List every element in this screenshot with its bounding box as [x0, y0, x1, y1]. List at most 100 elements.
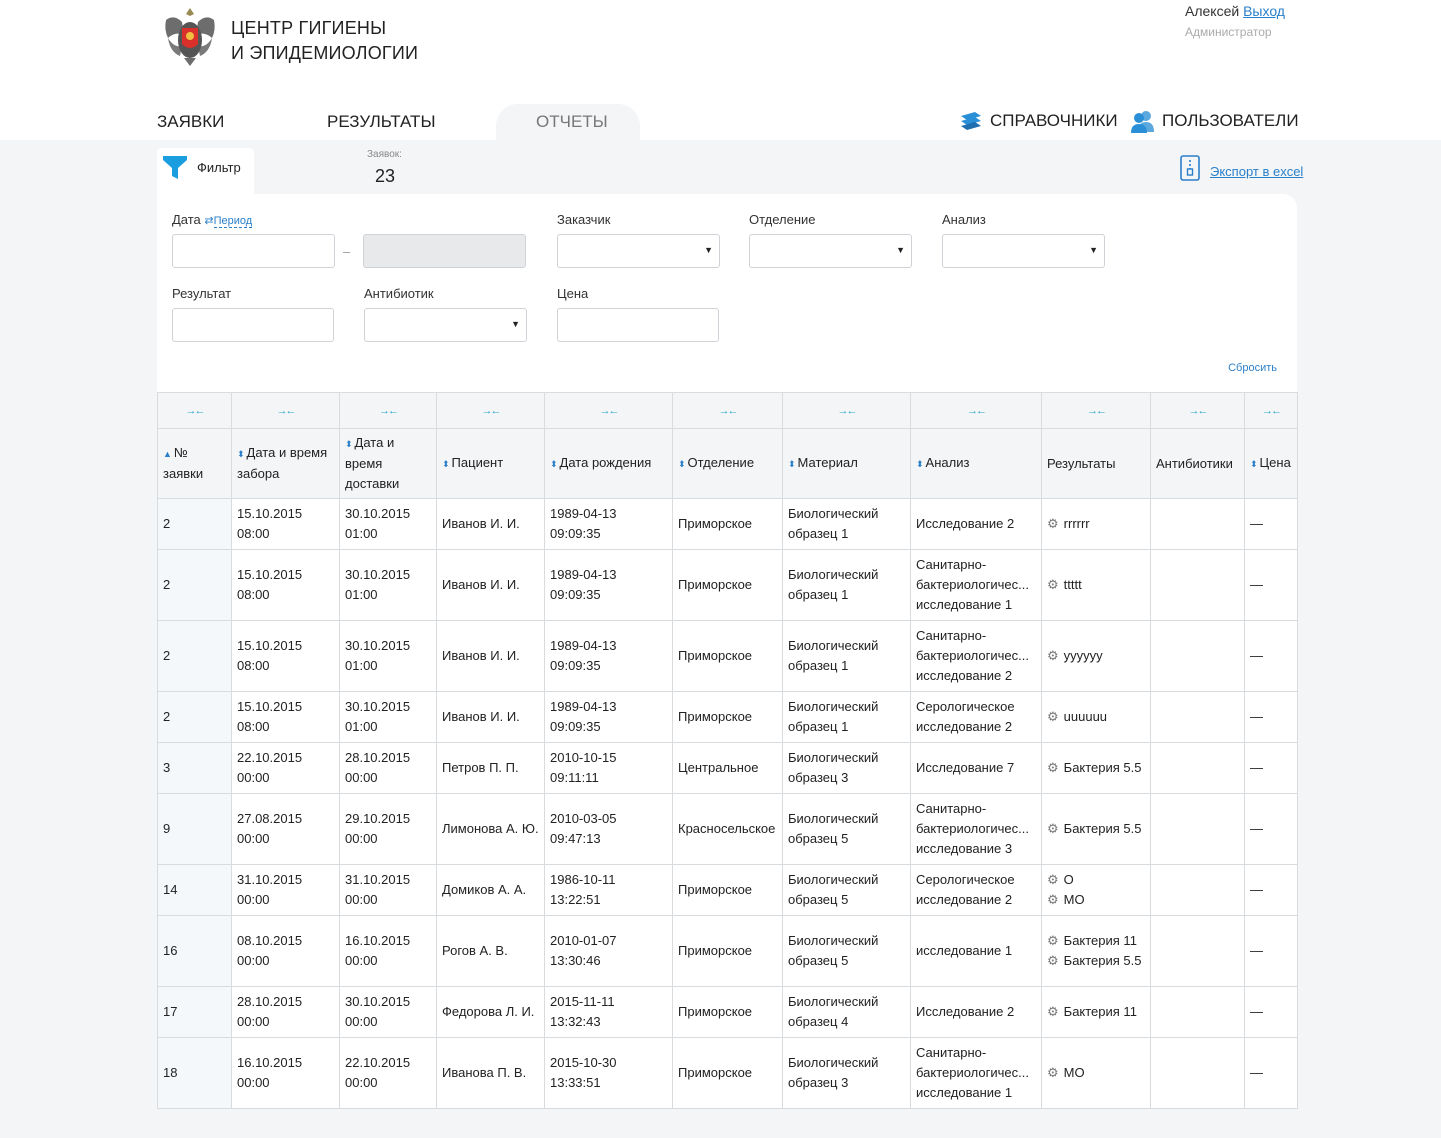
column-resize-handle[interactable]: →← [544, 392, 673, 429]
table-row[interactable]: 2 15.10.2015 08:00 30.10.2015 01:00 Иванов … [157, 549, 1298, 621]
reset-filter-link[interactable]: Сбросить [1228, 362, 1277, 374]
column-header[interactable]: ⬍ Дата и время доставки [339, 428, 437, 499]
column-header[interactable]: ⬍ Материал [782, 428, 911, 499]
column-resize-handle[interactable]: →← [910, 392, 1042, 429]
table-cell-num: 17 [157, 986, 232, 1038]
column-header[interactable]: ⬍ Пациент [436, 428, 545, 499]
gear-icon: ⚙ [1047, 953, 1059, 968]
column-resize-handle[interactable]: →← [1244, 392, 1298, 429]
table-cell-antibiotics [1150, 986, 1245, 1038]
user-box: Алексей Выход Администратор [1185, 3, 1285, 39]
table-row[interactable]: 16 08.10.2015 00:00 16.10.2015 00:00 Рогов … [157, 915, 1298, 987]
table-cell-patient: Иванов И. И. [436, 691, 545, 743]
table-cell-delivered: 30.10.2015 01:00 [339, 549, 437, 621]
nav-directories[interactable]: СПРАВОЧНИКИ [958, 108, 1118, 134]
table-cell-analysis: Серологическое исследование 2 [910, 864, 1042, 916]
column-resize-handle[interactable]: →← [782, 392, 911, 429]
table-cell-birth: 1989-04-13 09:09:35 [544, 620, 673, 692]
table-cell-patient: Петров П. П. [436, 742, 545, 794]
table-cell-results: ⚙ Бактерия 5.5 [1041, 742, 1151, 794]
user-name: Алексей [1185, 3, 1240, 19]
sort-arrows-icon: ⬍ [550, 459, 558, 469]
result-item: ⚙ Бактерия 11 [1047, 931, 1145, 951]
price-input[interactable] [557, 308, 719, 342]
table-cell-delivered: 30.10.2015 01:00 [339, 620, 437, 692]
department-select[interactable] [749, 234, 912, 268]
table-cell-num: 16 [157, 915, 232, 987]
logout-link[interactable]: Выход [1243, 3, 1285, 19]
result-text: Бактерия 5.5 [1063, 953, 1142, 968]
column-header[interactable]: ⬍ Анализ [910, 428, 1042, 499]
filter-tab[interactable]: Фильтр [157, 148, 254, 194]
column-header[interactable]: ⬍ Дата и время забора [231, 428, 340, 499]
table-cell-delivered: 30.10.2015 00:00 [339, 986, 437, 1038]
export-excel-label: Экспорт в excel [1210, 163, 1304, 179]
column-header[interactable]: ⬍ Дата рождения [544, 428, 673, 499]
result-item: ⚙ Бактерия 5.5 [1047, 951, 1145, 971]
result-text: rrrrrr [1063, 516, 1090, 531]
column-header[interactable]: ⬍ Цена [1244, 428, 1298, 499]
gear-icon: ⚙ [1047, 1004, 1059, 1019]
nav-reports[interactable]: ОТЧЕТЫ [536, 112, 608, 132]
table-row[interactable]: 17 28.10.2015 00:00 30.10.2015 00:00 Федоро… [157, 986, 1298, 1038]
column-resize-handle[interactable]: →← [1150, 392, 1245, 429]
org-title-line2: И ЭПИДЕМИОЛОГИИ [231, 43, 419, 63]
column-resize-handle[interactable]: →← [231, 392, 340, 429]
date-range-separator: – [343, 244, 351, 259]
table-row[interactable]: 2 15.10.2015 08:00 30.10.2015 01:00 Иванов … [157, 620, 1298, 692]
table-row[interactable]: 9 27.08.2015 00:00 29.10.2015 00:00 Лимонов… [157, 793, 1298, 865]
table-cell-dept: Приморское [672, 864, 783, 916]
date-filter-label: Дата ⇄Период [172, 212, 253, 228]
table-cell-taken: 15.10.2015 08:00 [231, 498, 340, 550]
table-cell-taken: 28.10.2015 00:00 [231, 986, 340, 1038]
table-cell-analysis: Серологическое исследование 2 [910, 691, 1042, 743]
result-item: ⚙ O [1047, 870, 1145, 890]
sort-arrows-icon: ⬍ [345, 439, 353, 449]
table-cell-results: ⚙ yyyyyy [1041, 620, 1151, 692]
column-resize-handle[interactable]: →← [1041, 392, 1151, 429]
table-cell-analysis: Исследование 2 [910, 498, 1042, 550]
period-toggle[interactable]: Период [213, 215, 253, 228]
table-cell-delivered: 31.10.2015 00:00 [339, 864, 437, 916]
table-row[interactable]: 2 15.10.2015 08:00 30.10.2015 01:00 Иванов … [157, 691, 1298, 743]
table-cell-analysis: Исследование 7 [910, 742, 1042, 794]
table-cell-patient: Иванов И. И. [436, 620, 545, 692]
nav-users[interactable]: ПОЛЬЗОВАТЕЛИ [1130, 108, 1299, 134]
sort-arrows-icon: ⬍ [678, 459, 686, 469]
column-resize-handle[interactable]: →← [339, 392, 437, 429]
customer-select[interactable] [557, 234, 720, 268]
table-cell-dept: Красносельское [672, 793, 783, 865]
table-cell-patient: Рогов А. В. [436, 915, 545, 987]
table-row[interactable]: 14 31.10.2015 00:00 31.10.2015 00:00 Домико… [157, 864, 1298, 916]
column-resize-handle[interactable]: →← [436, 392, 545, 429]
table-cell-num: 2 [157, 691, 232, 743]
nav-results[interactable]: РЕЗУЛЬТАТЫ [327, 112, 436, 132]
date-to-input[interactable] [363, 234, 526, 268]
nav-requests[interactable]: ЗАЯВКИ [157, 112, 224, 132]
table-cell-material: Биологический образец 5 [782, 793, 911, 865]
table-cell-num: 18 [157, 1037, 232, 1109]
table-cell-birth: 1989-04-13 09:09:35 [544, 498, 673, 550]
column-header[interactable]: Антибиотики [1150, 428, 1245, 499]
table-cell-antibiotics [1150, 864, 1245, 916]
result-item: ⚙ Бактерия 5.5 [1047, 758, 1145, 778]
table-row[interactable]: 18 16.10.2015 00:00 22.10.2015 00:00 Иванов… [157, 1037, 1298, 1109]
result-input[interactable] [172, 308, 334, 342]
table-row[interactable]: 2 15.10.2015 08:00 30.10.2015 01:00 Иванов … [157, 498, 1298, 550]
analysis-select[interactable] [942, 234, 1105, 268]
org-title: ЦЕНТР ГИГИЕНЫ И ЭПИДЕМИОЛОГИИ [231, 16, 418, 66]
column-resize-handle[interactable]: →← [672, 392, 783, 429]
column-header[interactable]: ⬍ Отделение [672, 428, 783, 499]
export-excel-link[interactable]: Экспорт в excel [1180, 155, 1303, 181]
column-resize-handle[interactable]: →← [157, 392, 232, 429]
column-header-label: Результаты [1047, 455, 1116, 471]
table-cell-delivered: 28.10.2015 00:00 [339, 742, 437, 794]
column-header[interactable]: Результаты [1041, 428, 1151, 499]
column-header[interactable]: ▲ № заявки [157, 428, 232, 499]
results-table: →← →← →← →← →← →← →← →← →← →← →← ▲ № заявки ⬍ Дата и … [157, 392, 1298, 1109]
date-from-input[interactable] [172, 234, 335, 268]
antibiotic-select[interactable] [364, 308, 527, 342]
gear-icon: ⚙ [1047, 933, 1059, 948]
result-text: yyyyyy [1063, 648, 1103, 663]
table-row[interactable]: 3 22.10.2015 00:00 28.10.2015 00:00 Петров … [157, 742, 1298, 794]
